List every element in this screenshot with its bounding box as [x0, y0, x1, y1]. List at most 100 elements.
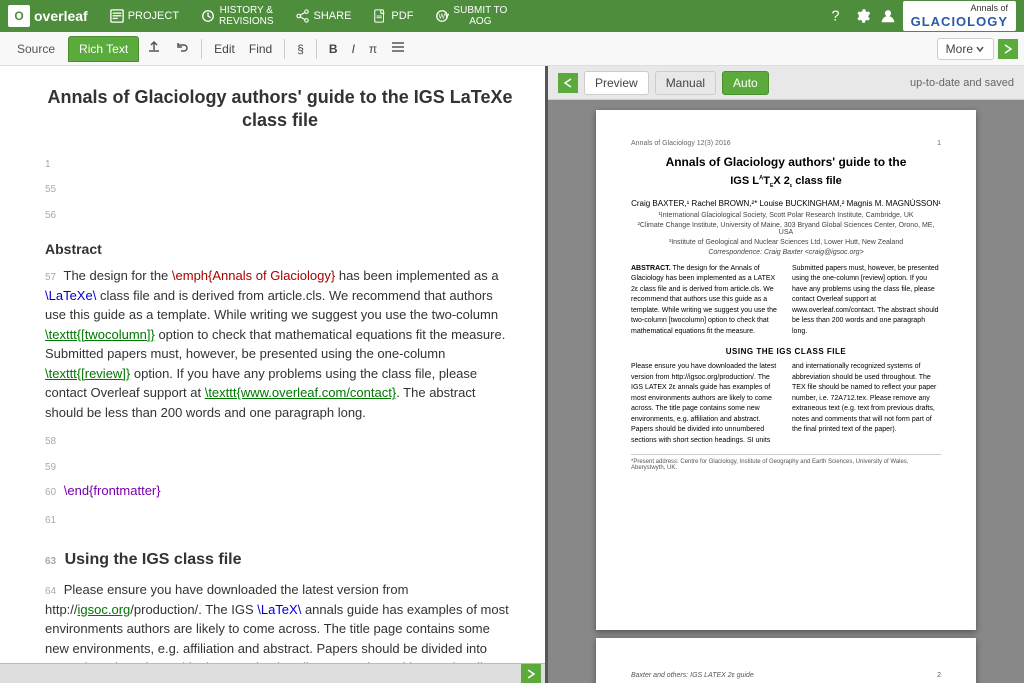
find-button[interactable]: Find [243, 39, 278, 59]
line-num-61: 61 [45, 515, 56, 526]
pdf-affil2: ²Climate Change Institute, University of… [631, 222, 941, 236]
pdf-page2-footer: Baxter and others: IGS LATEX 2ε guide 2 [631, 668, 941, 679]
toolbar-separator-2 [284, 39, 285, 59]
latex-cmd-latexe: \LaTeXe\ [45, 288, 96, 303]
pi-button[interactable]: π [363, 39, 383, 59]
editor-arrow-right[interactable] [521, 664, 541, 683]
pdf-authors: Craig BAXTER,¹ Rachel BROWN,²* Louise BU… [631, 199, 941, 208]
toolbar-separator-1 [201, 39, 202, 59]
journal-title: GLACIOLOGY [911, 14, 1008, 29]
line-num-1: 1 [45, 159, 51, 170]
pdf-footnote: *Present address: Centre for Glaciology,… [631, 454, 941, 471]
history-button[interactable]: HISTORY &REVISIONS [193, 1, 281, 31]
latex-contact: \texttt{www.overleaf.com/contact} [205, 385, 396, 400]
top-navigation: O overleaf PROJECT HISTORY &REVISIONS SH… [0, 0, 1024, 32]
pdf-button[interactable]: PDF [365, 5, 421, 27]
abstract-line-57: 57 The design for the \emph{Annals of Gl… [45, 266, 515, 422]
end-frontmatter-line: 60 \end{frontmatter} [45, 481, 515, 501]
line-num-60: 60 [45, 487, 56, 498]
abstract-heading: Abstract [45, 239, 515, 260]
preview-scroll[interactable]: Annals of Glaciology 12(3) 2016 1 Annals… [548, 100, 1024, 683]
main-area: Annals of Glaciology authors' guide to t… [0, 66, 1024, 683]
help-icon[interactable]: ? [827, 7, 845, 25]
preview-button[interactable]: Preview [584, 71, 649, 95]
editor-pane: Annals of Glaciology authors' guide to t… [0, 66, 548, 683]
overleaf-logo[interactable]: O overleaf [8, 5, 88, 27]
pdf-page-2: Baxter and others: IGS LATEX 2ε guide 2 [596, 638, 976, 683]
line-num-56: 56 [45, 210, 56, 221]
preview-arrow-left[interactable] [558, 73, 578, 93]
submit-button[interactable]: WWW SUBMIT TOAOG [427, 1, 515, 31]
svg-text:WWW: WWW [439, 14, 450, 21]
latex-cmd-latex: \LaTeX\ [257, 602, 301, 617]
pdf-title-line1: Annals of Glaciology authors' guide to t… [631, 155, 941, 171]
overleaf-logo-icon: O [8, 5, 30, 27]
line-num-55: 55 [45, 184, 56, 195]
latex-link-igsoc: igsoc.org [78, 602, 131, 617]
right-arrow-icon [1002, 43, 1014, 55]
editor-scroll[interactable]: Annals of Glaciology authors' guide to t… [0, 66, 545, 663]
pdf-abstract-label: ABSTRACT. [631, 265, 671, 272]
pdf-correspondence: Correspondence: Craig Baxter <craig@igso… [631, 249, 941, 256]
list-icon [391, 40, 405, 54]
line-num-59: 59 [45, 462, 56, 473]
pdf-abstract: ABSTRACT. The design for the Annals of G… [631, 264, 941, 338]
saved-status: up-to-date and saved [910, 77, 1014, 89]
svg-text:?: ? [831, 9, 839, 25]
pdf-journal-header: Annals of Glaciology 12(3) 2016 [631, 140, 731, 147]
upload-icon [147, 40, 161, 54]
manual-tab[interactable]: Manual [655, 71, 716, 95]
auto-tab[interactable]: Auto [722, 71, 769, 95]
section2-title: 63 Using the IGS class file [45, 548, 515, 572]
line-num-57: 57 [45, 272, 56, 283]
pdf-page-1: Annals of Glaciology 12(3) 2016 1 Annals… [596, 110, 976, 630]
more-button[interactable]: More [937, 38, 994, 60]
preview-pane: Preview Manual Auto up-to-date and saved… [548, 66, 1024, 683]
pdf-body-text: Please ensure you have downloaded the la… [631, 362, 941, 446]
share-icon [296, 9, 310, 23]
pdf-affil1: ¹International Glaciological Society, Sc… [631, 212, 941, 219]
left-arrow-icon [562, 77, 574, 89]
history-icon [201, 9, 215, 23]
pdf-abstract-text: The design for the Annals of Glaciology … [631, 265, 939, 335]
project-button[interactable]: PROJECT [102, 5, 187, 27]
pdf-page2-footer-text: Baxter and others: IGS LATEX 2ε guide [631, 672, 754, 679]
pdf-page2-num: 2 [937, 672, 941, 679]
pdf-section-title: USING THE IGS CLASS FILE [631, 347, 941, 356]
undo-button[interactable] [169, 37, 195, 60]
pdf-page-header: Annals of Glaciology 12(3) 2016 1 [631, 140, 941, 147]
journal-badge: Annals of GLACIOLOGY [903, 1, 1016, 31]
expand-arrow[interactable] [998, 39, 1018, 59]
latex-review: \texttt{[review]} [45, 366, 130, 381]
edit-button[interactable]: Edit [208, 39, 241, 59]
section2-body: 64 Please ensure you have downloaded the… [45, 580, 515, 663]
richtext-tab[interactable]: Rich Text [68, 36, 139, 62]
document-title: Annals of Glaciology authors' guide to t… [45, 86, 515, 133]
pdf-affil3: ³Institute of Geological and Nuclear Sci… [631, 239, 941, 246]
bold-button[interactable]: B [323, 39, 344, 59]
pdf-page-num: 1 [937, 140, 941, 147]
list-button[interactable] [385, 37, 411, 60]
editor-bottom-arrows [0, 663, 545, 683]
latex-emph-annals: \emph{Annals of Glaciology} [172, 268, 335, 283]
pdf-title-line2: IGS LATEX 2ε class file [631, 175, 941, 189]
editor-content: Annals of Glaciology authors' guide to t… [45, 86, 515, 663]
project-icon [110, 9, 124, 23]
line-num-63: 63 [45, 556, 56, 567]
italic-button[interactable]: I [346, 39, 361, 59]
user-icon[interactable] [879, 7, 897, 25]
journal-subtitle: Annals of [911, 3, 1008, 14]
undo-icon [175, 40, 189, 54]
latex-end-frontmatter: \end{frontmatter} [64, 483, 161, 498]
settings-icon[interactable] [853, 7, 871, 25]
source-tab[interactable]: Source [6, 36, 66, 62]
upload-button[interactable] [141, 37, 167, 60]
overleaf-logo-text: overleaf [34, 8, 88, 24]
section-symbol-button[interactable]: § [291, 39, 310, 59]
latex-twocolumn: \texttt{[twocolumn]} [45, 327, 155, 342]
toolbar-separator-3 [316, 39, 317, 59]
chevron-down-icon [975, 44, 985, 54]
line-num-64: 64 [45, 586, 56, 597]
editor-toolbar: Source Rich Text Edit Find § B I π More [0, 32, 1024, 66]
share-button[interactable]: SHARE [288, 5, 360, 27]
